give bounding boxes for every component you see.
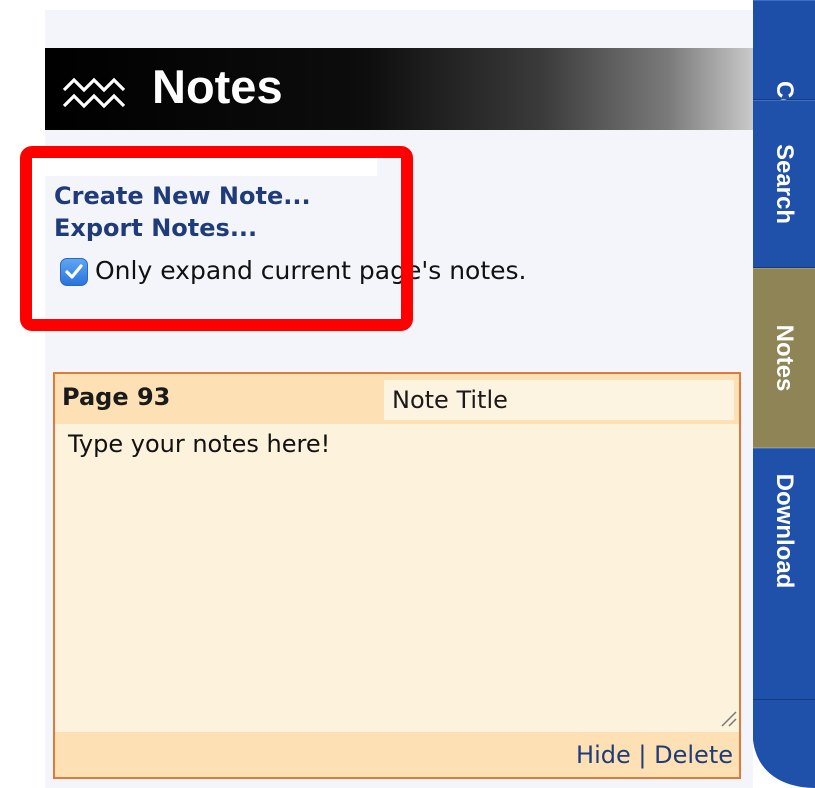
note-actions: Hide | Delete <box>576 741 733 769</box>
resize-grip-icon[interactable] <box>716 706 738 728</box>
note-page-label: Page 93 <box>62 383 171 411</box>
tab-search[interactable]: Search <box>753 100 815 268</box>
tab-search-label: Search <box>771 143 798 225</box>
export-notes-link[interactable]: Export Notes... <box>54 214 257 242</box>
action-separator: | <box>638 741 647 769</box>
aquarius-waves-icon <box>62 77 126 109</box>
only-expand-current-checkbox[interactable] <box>60 258 88 286</box>
hide-note-link[interactable]: Hide <box>576 741 631 769</box>
tab-notes[interactable]: Notes <box>753 268 815 448</box>
tab-download-label: Download <box>771 473 798 589</box>
delete-note-link[interactable]: Delete <box>654 741 733 769</box>
tab-notes-label: Notes <box>771 324 798 392</box>
only-expand-current-label: Only expand current page's notes. <box>95 256 527 285</box>
tab-download[interactable]: Download <box>753 448 815 700</box>
highlight-backdrop <box>32 158 377 176</box>
note-body-textarea[interactable]: Type your notes here! <box>60 426 738 732</box>
tab-contents[interactable]: Contents <box>753 0 815 185</box>
create-new-note-link[interactable]: Create New Note... <box>54 182 311 210</box>
note-title-input[interactable] <box>384 380 734 420</box>
page-title: Notes <box>152 60 283 113</box>
checkmark-icon <box>65 264 83 279</box>
